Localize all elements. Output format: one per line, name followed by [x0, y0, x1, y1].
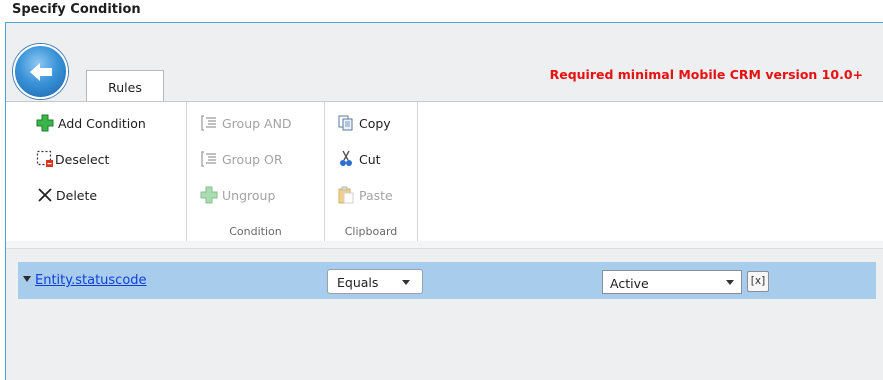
- condition-field-link[interactable]: Entity.statuscode: [35, 273, 147, 288]
- operator-value: Equals: [337, 275, 379, 290]
- title-bar: Specify Condition: [0, 0, 883, 22]
- clipboard-group-label: Clipboard: [344, 225, 398, 238]
- ribbon-group-actions: Add Condition Deselect Delete: [6, 102, 187, 241]
- add-condition-button[interactable]: Add Condition: [36, 111, 146, 135]
- value-selected: Active: [610, 276, 649, 291]
- ungroup-button[interactable]: Ungroup: [200, 183, 275, 207]
- paste-icon: [337, 186, 355, 204]
- value-dropdown[interactable]: Active: [602, 270, 742, 294]
- clear-value-button[interactable]: [x]: [747, 271, 769, 292]
- ribbon-group-condition: Group AND Group OR Ungroup Condition: [187, 102, 325, 241]
- deselect-label: Deselect: [55, 151, 110, 167]
- deselect-icon: [36, 150, 54, 168]
- tab-rules-label: Rules: [108, 80, 142, 95]
- specify-condition-window: Specify Condition Rules Required minimal…: [0, 0, 883, 380]
- delete-icon: [36, 186, 54, 204]
- paste-label: Paste: [359, 187, 393, 203]
- cut-icon: [337, 150, 355, 168]
- expand-arrow-icon[interactable]: [23, 276, 31, 282]
- version-requirement-note: Required minimal Mobile CRM version 10.0…: [549, 67, 863, 82]
- copy-button[interactable]: Copy: [337, 111, 391, 135]
- ribbon-bottom-edge: [6, 241, 883, 249]
- chevron-down-icon: [402, 280, 410, 285]
- chevron-down-icon: [726, 280, 734, 285]
- ribbon-toolbar: Add Condition Deselect Delete Group AND …: [6, 101, 883, 241]
- ribbon-group-clipboard: Copy Cut Paste Clipboard: [325, 102, 418, 241]
- delete-button[interactable]: Delete: [36, 183, 97, 207]
- condition-row[interactable]: Entity.statuscode Equals Active [x]: [18, 262, 876, 299]
- back-button[interactable]: [13, 44, 68, 99]
- clear-value-label: [x]: [750, 275, 766, 287]
- condition-group-label: Condition: [229, 225, 282, 238]
- add-condition-label: Add Condition: [58, 115, 146, 131]
- ungroup-label: Ungroup: [222, 187, 276, 203]
- ungroup-icon: [200, 186, 218, 204]
- group-and-icon: [200, 114, 218, 132]
- group-or-label: Group OR: [222, 151, 283, 167]
- deselect-button[interactable]: Deselect: [36, 147, 109, 171]
- window-title: Specify Condition: [12, 2, 141, 17]
- group-and-label: Group AND: [222, 115, 292, 131]
- delete-label: Delete: [56, 187, 98, 203]
- paste-button[interactable]: Paste: [337, 183, 393, 207]
- operator-dropdown[interactable]: Equals: [327, 269, 423, 294]
- back-arrow-icon: [30, 63, 52, 81]
- add-icon: [36, 114, 54, 132]
- copy-label: Copy: [359, 115, 391, 131]
- group-or-icon: [200, 150, 218, 168]
- group-or-button[interactable]: Group OR: [200, 147, 283, 171]
- group-and-button[interactable]: Group AND: [200, 111, 292, 135]
- cut-label: Cut: [359, 151, 381, 167]
- cut-button[interactable]: Cut: [337, 147, 381, 171]
- copy-icon: [337, 114, 355, 132]
- tab-rules[interactable]: Rules: [86, 70, 164, 102]
